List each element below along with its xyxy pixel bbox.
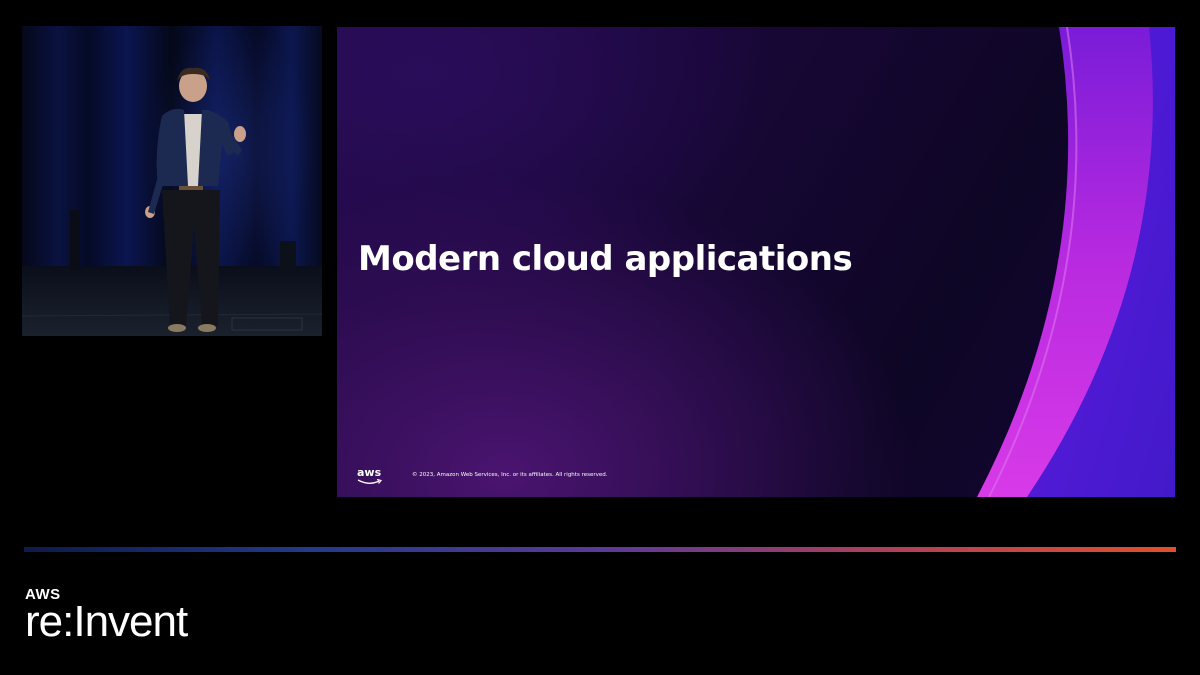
reinvent-suffix: Invent	[73, 597, 188, 646]
presentation-slide: Modern cloud applications aws © 2023, Am…	[337, 27, 1175, 497]
reinvent-logo: AWS re:Invent	[25, 587, 188, 644]
reinvent-prefix: re:	[25, 597, 74, 646]
copyright-notice: © 2023, Amazon Web Services, Inc. or its…	[412, 472, 608, 478]
gradient-divider-bar	[24, 547, 1176, 552]
aws-smile-icon	[357, 479, 383, 484]
reinvent-wordmark: re:Invent	[25, 600, 188, 644]
slide-title: Modern cloud applications	[358, 239, 853, 279]
speaker-figure	[22, 67, 322, 332]
aws-logo-text: aws	[357, 466, 382, 479]
speaker-video	[22, 26, 322, 336]
aws-logo: aws	[357, 467, 383, 485]
